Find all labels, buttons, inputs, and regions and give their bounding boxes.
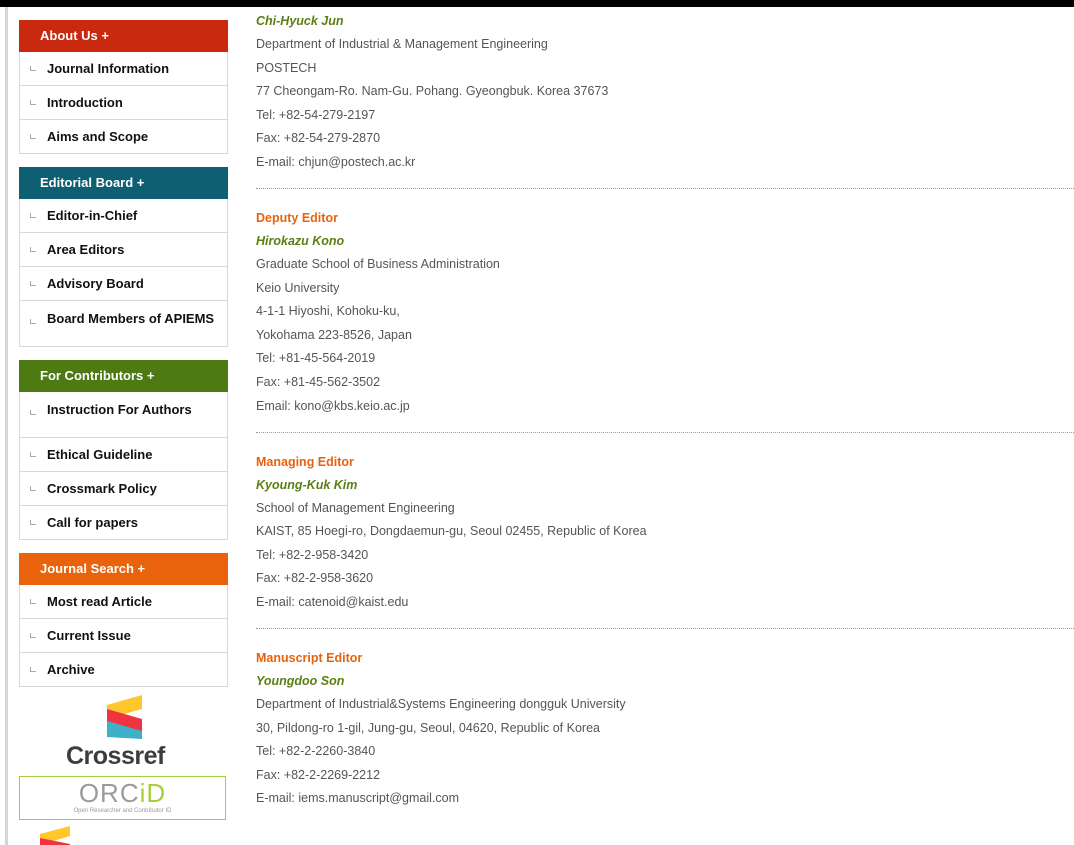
sidebar-item[interactable]: Journal Information [19,52,228,86]
bullet-icon [30,633,36,638]
editor-name: Kyoung-Kuk Kim [256,477,358,492]
editor-detail-line: 4-1-1 Hiyoshi, Kohoku-ku, [256,304,400,319]
bullet-icon [30,66,36,71]
sidebar-item[interactable]: Current Issue [19,619,228,653]
bullet-icon [30,281,36,286]
editor-detail-line: Department of Industrial&Systems Enginee… [256,696,626,711]
editor-detail-line: School of Management Engineering [256,500,455,515]
editor-role: Deputy Editor [256,210,338,225]
sidebar-item-label: Area Editors [47,242,125,257]
sidebar-item[interactable]: Advisory Board [19,267,228,301]
sidebar-item[interactable]: Aims and Scope [19,120,228,154]
sidebar-item[interactable]: Editor-in-Chief [19,199,228,233]
editor-detail-line: Tel: +82-2-2260-3840 [256,744,376,759]
editor-detail-line: Fax: +81-45-562-3502 [256,374,381,389]
editor-detail-line: KAIST, 85 Hoegi-ro, Dongdaemun-gu, Seoul… [256,524,647,539]
editor-list: Chi-Hyuck Jun Department of Industrial & … [256,12,1074,813]
bullet-icon [30,599,36,604]
editor-detail-line: Fax: +82-2-2269-2212 [256,767,381,782]
bullet-icon [30,452,36,457]
editor-detail-line[interactable]: Email: kono@kbs.keio.ac.jp [256,397,1074,415]
editor-detail-line: Tel: +82-54-279-2197 [256,107,376,122]
editor-detail-line: Yokohama 223-8526, Japan [256,327,412,342]
editor-detail-line: Fax: +82-54-279-2870 [256,131,381,146]
menu-group-header[interactable]: About Us + [19,20,228,52]
sidebar-item-label: Crossmark Policy [47,481,157,496]
sidebar-item-label: Board Members of APIEMS [47,311,215,326]
sidebar-item[interactable]: Area Editors [19,233,228,267]
menu-group-header[interactable]: Journal Search + [19,553,228,585]
editor-role: Managing Editor [256,454,354,469]
editor-detail-line: Graduate School of Business Administrati… [256,256,500,271]
sidebar-item[interactable]: Board Members of APIEMS [19,301,228,347]
sidebar-item[interactable]: Introduction [19,86,228,120]
sidebar-item-label: Introduction [47,95,123,110]
editor-detail-line: 77 Cheongam-Ro. Nam-Gu. Pohang. Gyeongbu… [256,84,609,99]
crossmark-logo-icon [40,826,70,845]
left-border [5,7,8,845]
editor-detail-line: Fax: +82-2-958-3620 [256,571,374,586]
bullet-icon [30,134,36,139]
bullet-icon [30,667,36,672]
sidebar-item-label: Most read Article [47,594,152,609]
divider [256,431,1074,433]
editor-detail-line: 30, Pildong-ro 1-gil, Jung-gu, Seoul, 04… [256,720,600,735]
sidebar-item-label: Advisory Board [47,276,144,291]
bullet-icon [30,213,36,218]
editor-detail-line[interactable]: E-mail: chjun@postech.ac.kr [256,153,1074,171]
sidebar-item-label: Aims and Scope [47,129,149,144]
sidebar: About Us + Journal Information Introductio… [19,20,228,700]
menu-group: Editorial Board + Editor-in-Chief Area Edi… [19,167,228,347]
editor-entry: Chi-Hyuck Jun Department of Industrial & … [256,12,1074,171]
menu-group: Journal Search + Most read Article Current… [19,553,228,687]
bullet-icon [30,520,36,525]
sidebar-item[interactable]: Archive [19,653,228,687]
editor-detail-line: Department of Industrial & Management En… [256,37,548,51]
sidebar-item[interactable]: Most read Article [19,585,228,619]
sidebar-item-label: Current Issue [47,628,131,643]
orcid-logo[interactable]: ORCiD Open Researcher and Contributor ID [19,776,226,820]
sidebar-item-label: Instruction For Authors [47,402,192,417]
bullet-icon [30,319,36,324]
editor-detail-line[interactable]: E-mail: catenoid@kaist.edu [256,593,1074,611]
menu-group: About Us + Journal Information Introductio… [19,20,228,154]
sidebar-item[interactable]: Ethical Guideline [19,438,228,472]
top-bar [0,0,1074,7]
bullet-icon [30,100,36,105]
sidebar-item-label: Call for papers [47,515,139,530]
editor-detail-line: POSTECH [256,60,317,75]
sidebar-item[interactable]: Crossmark Policy [19,472,228,506]
sidebar-item-label: Ethical Guideline [47,447,153,462]
editor-detail-line[interactable]: E-mail: iems.manuscript@gmail.com [256,789,1074,807]
editor-entry: Managing Editor Kyoung-Kuk Kim School of M… [256,453,1074,611]
bullet-icon [30,247,36,252]
editor-entry: Manuscript Editor Youngdoo Son Department … [256,649,1074,807]
bullet-icon [30,410,36,415]
editor-detail-line: Keio University [256,280,340,295]
editor-name: Chi-Hyuck Jun [256,14,344,28]
editor-detail-line: Tel: +82-2-958-3420 [256,547,369,562]
divider [256,627,1074,629]
menu-group-header[interactable]: Editorial Board + [19,167,228,199]
bullet-icon [30,486,36,491]
divider [256,187,1074,189]
menu-group: For Contributors + Instruction For Author… [19,360,228,540]
editor-role: Manuscript Editor [256,650,363,665]
sidebar-item-label: Journal Information [47,61,170,76]
sidebar-item-label: Editor-in-Chief [47,208,138,223]
crossref-logo-text[interactable]: Crossref [66,742,165,771]
menu-group-header[interactable]: For Contributors + [19,360,228,392]
sidebar-item[interactable]: Instruction For Authors [19,392,228,438]
editor-name: Hirokazu Kono [256,233,345,248]
editor-name: Youngdoo Son [256,673,345,688]
sidebar-item-label: Archive [47,662,95,677]
editor-detail-line: Tel: +81-45-564-2019 [256,351,376,366]
orcid-subtitle: Open Researcher and Contributor ID [73,808,172,814]
editor-entry: Deputy Editor Hirokazu Kono Graduate Schoo… [256,209,1074,415]
orcid-wordmark: ORCiD [78,778,167,808]
sidebar-item[interactable]: Call for papers [19,506,228,540]
